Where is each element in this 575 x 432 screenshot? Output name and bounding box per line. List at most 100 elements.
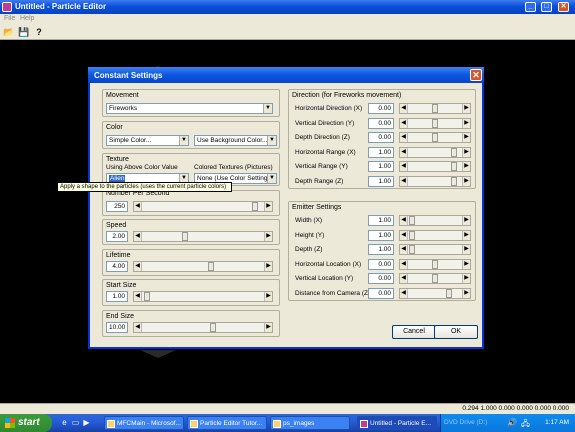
- arrow-right-icon[interactable]: ▶: [264, 323, 272, 332]
- arrow-left-icon[interactable]: ◀: [400, 216, 408, 225]
- help-icon[interactable]: ?: [33, 26, 45, 38]
- direction-row-field[interactable]: 0.00: [368, 103, 394, 114]
- maximize-button[interactable]: □: [541, 2, 552, 12]
- slider-thumb[interactable]: [252, 202, 258, 211]
- slider-thumb[interactable]: [208, 262, 214, 271]
- movement-select[interactable]: Fireworks ▼: [106, 103, 273, 114]
- emitter-row-slider[interactable]: ◀ ▶: [399, 244, 471, 255]
- cancel-button[interactable]: Cancel: [392, 325, 436, 339]
- arrow-left-icon[interactable]: ◀: [400, 118, 408, 128]
- arrow-right-icon[interactable]: ▶: [462, 176, 470, 186]
- network-icon[interactable]: 🖧: [521, 418, 530, 432]
- start-button[interactable]: start: [0, 414, 52, 432]
- slider-thumb[interactable]: [144, 292, 150, 301]
- chevron-down-icon[interactable]: ▼: [267, 136, 276, 145]
- dialog-close-button[interactable]: ✕: [470, 69, 482, 81]
- emitter-row-slider[interactable]: ◀ ▶: [399, 258, 471, 270]
- arrow-left-icon[interactable]: ◀: [400, 147, 408, 157]
- chevron-down-icon[interactable]: ▼: [179, 136, 188, 145]
- speed-field[interactable]: 2.00: [106, 231, 128, 242]
- nps-slider[interactable]: ◀ ▶: [133, 201, 273, 212]
- speaker-icon[interactable]: 🔊: [507, 418, 517, 427]
- emitter-row-field[interactable]: 0.00: [368, 258, 394, 270]
- background-color-select[interactable]: Use Background Color... ▼: [194, 135, 277, 146]
- arrow-left-icon[interactable]: ◀: [400, 162, 408, 171]
- slider-thumb[interactable]: [409, 216, 415, 225]
- arrow-left-icon[interactable]: ◀: [134, 323, 142, 332]
- slider-thumb[interactable]: [451, 162, 457, 171]
- slider-thumb[interactable]: [210, 323, 216, 332]
- direction-row-field[interactable]: 0.00: [368, 132, 394, 143]
- arrow-left-icon[interactable]: ◀: [400, 274, 408, 283]
- arrow-left-icon[interactable]: ◀: [134, 262, 142, 271]
- slider-thumb[interactable]: [432, 104, 438, 113]
- chevron-down-icon[interactable]: ▼: [263, 104, 272, 113]
- direction-row-slider[interactable]: ◀ ▶: [399, 117, 471, 129]
- menu-help[interactable]: Help: [20, 15, 34, 22]
- arrow-left-icon[interactable]: ◀: [400, 259, 408, 269]
- chevron-down-icon[interactable]: ▼: [267, 174, 276, 183]
- save-icon[interactable]: 💾: [18, 26, 30, 38]
- end-size-slider[interactable]: ◀ ▶: [133, 322, 273, 333]
- arrow-right-icon[interactable]: ▶: [462, 133, 470, 142]
- speed-slider[interactable]: ◀ ▶: [133, 231, 273, 242]
- direction-row-field[interactable]: 1.00: [368, 175, 394, 187]
- arrow-right-icon[interactable]: ▶: [462, 104, 470, 113]
- open-icon[interactable]: 📂: [3, 26, 15, 38]
- ie-icon[interactable]: e: [60, 418, 69, 427]
- slider-thumb[interactable]: [432, 259, 438, 269]
- minimize-button[interactable]: _: [525, 2, 536, 12]
- arrow-left-icon[interactable]: ◀: [400, 133, 408, 142]
- arrow-right-icon[interactable]: ▶: [462, 216, 470, 225]
- arrow-right-icon[interactable]: ▶: [462, 147, 470, 157]
- arrow-left-icon[interactable]: ◀: [134, 232, 142, 241]
- arrow-right-icon[interactable]: ▶: [264, 202, 272, 211]
- emitter-row-slider[interactable]: ◀ ▶: [399, 215, 471, 226]
- slider-thumb[interactable]: [451, 176, 457, 186]
- lifetime-slider[interactable]: ◀ ▶: [133, 261, 273, 272]
- arrow-right-icon[interactable]: ▶: [462, 162, 470, 171]
- direction-row-slider[interactable]: ◀ ▶: [399, 146, 471, 158]
- direction-row-field[interactable]: 0.00: [368, 117, 394, 129]
- emitter-row-field[interactable]: 1.00: [368, 229, 394, 241]
- direction-row-slider[interactable]: ◀ ▶: [399, 132, 471, 143]
- direction-row-slider[interactable]: ◀ ▶: [399, 103, 471, 114]
- arrow-left-icon[interactable]: ◀: [134, 292, 142, 301]
- arrow-right-icon[interactable]: ▶: [264, 232, 272, 241]
- slider-thumb[interactable]: [409, 245, 415, 254]
- emitter-row-field[interactable]: 0.00: [368, 273, 394, 284]
- slider-thumb[interactable]: [432, 118, 438, 128]
- desktop-icon[interactable]: ▭: [71, 418, 80, 427]
- slider-thumb[interactable]: [446, 288, 452, 298]
- arrow-right-icon[interactable]: ▶: [264, 262, 272, 271]
- task-tutorial[interactable]: Particle Editor Tutor...: [187, 416, 267, 430]
- start-size-field[interactable]: 1.00: [106, 291, 128, 302]
- end-size-field[interactable]: 10.00: [106, 322, 128, 333]
- direction-row-slider[interactable]: ◀ ▶: [399, 161, 471, 172]
- emitter-row-field[interactable]: 0.00: [368, 287, 394, 299]
- arrow-right-icon[interactable]: ▶: [462, 259, 470, 269]
- arrow-right-icon[interactable]: ▶: [264, 292, 272, 301]
- task-particle-editor[interactable]: Untitled - Particle E...: [357, 416, 437, 430]
- arrow-left-icon[interactable]: ◀: [400, 245, 408, 254]
- emitter-row-field[interactable]: 1.00: [368, 215, 394, 226]
- emitter-row-field[interactable]: 1.00: [368, 244, 394, 255]
- arrow-left-icon[interactable]: ◀: [400, 230, 408, 240]
- ok-button[interactable]: OK: [434, 325, 478, 339]
- arrow-left-icon[interactable]: ◀: [400, 104, 408, 113]
- arrow-right-icon[interactable]: ▶: [462, 230, 470, 240]
- close-button[interactable]: ✕: [558, 2, 569, 12]
- arrow-left-icon[interactable]: ◀: [400, 176, 408, 186]
- arrow-left-icon[interactable]: ◀: [400, 288, 408, 298]
- slider-thumb[interactable]: [182, 232, 188, 241]
- direction-row-field[interactable]: 1.00: [368, 161, 394, 172]
- start-size-slider[interactable]: ◀ ▶: [133, 291, 273, 302]
- emitter-row-slider[interactable]: ◀ ▶: [399, 273, 471, 284]
- arrow-right-icon[interactable]: ▶: [462, 288, 470, 298]
- task-mfcmain[interactable]: MFCMain - Microsof...: [104, 416, 184, 430]
- slider-thumb[interactable]: [432, 133, 438, 142]
- arrow-left-icon[interactable]: ◀: [134, 202, 142, 211]
- emitter-row-slider[interactable]: ◀ ▶: [399, 229, 471, 241]
- color-select[interactable]: Simple Color... ▼: [106, 135, 189, 146]
- arrow-right-icon[interactable]: ▶: [462, 274, 470, 283]
